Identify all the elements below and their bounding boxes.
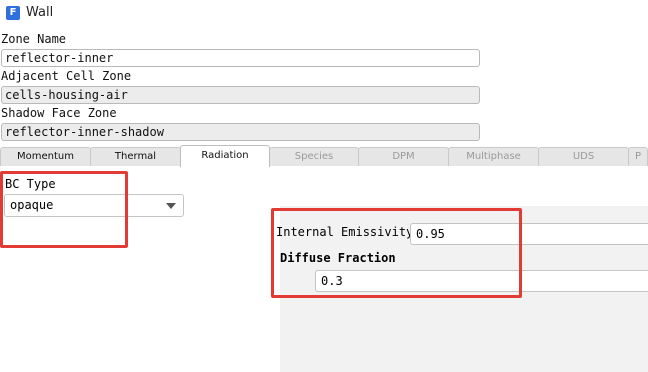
tab-bar: Momentum Thermal Radiation Species DPM M… <box>0 145 648 167</box>
tab-radiation[interactable]: Radiation <box>180 145 270 167</box>
tab-species[interactable]: Species <box>269 147 359 166</box>
fluent-app-icon: F <box>6 6 20 20</box>
tab-potential[interactable]: P <box>628 147 648 166</box>
tab-uds[interactable]: UDS <box>538 147 629 166</box>
radiation-tab-panel: BC Type opaque Internal Emissivity 0.95 … <box>0 166 648 372</box>
shadow-face-zone-field: reflector-inner-shadow <box>1 123 480 141</box>
internal-emissivity-label: Internal Emissivity <box>276 225 414 239</box>
adjacent-cell-zone-label: Adjacent Cell Zone <box>1 69 132 83</box>
chevron-down-icon <box>166 203 176 209</box>
window-title: Wall <box>26 5 54 20</box>
diffuse-fraction-input[interactable]: 0.3 <box>315 270 648 292</box>
adjacent-cell-zone-field: cells-housing-air <box>1 86 480 104</box>
internal-emissivity-input[interactable]: 0.95 <box>410 223 648 245</box>
shadow-face-zone-label: Shadow Face Zone <box>1 106 117 120</box>
wall-dialog: F Wall Zone Name reflector-inner Adjacen… <box>0 0 648 372</box>
tab-thermal[interactable]: Thermal <box>90 147 181 166</box>
tab-momentum[interactable]: Momentum <box>0 147 91 166</box>
zone-name-label: Zone Name <box>1 32 67 46</box>
bc-type-label: BC Type <box>5 177 56 191</box>
tab-dpm[interactable]: DPM <box>358 147 449 166</box>
zone-name-input[interactable]: reflector-inner <box>1 49 480 67</box>
title-bar: F Wall <box>0 0 648 28</box>
tab-multiphase[interactable]: Multiphase <box>448 147 539 166</box>
bc-type-dropdown[interactable]: opaque <box>4 194 184 217</box>
bc-type-selected-value: opaque <box>10 198 54 212</box>
diffuse-fraction-label: Diffuse Fraction <box>280 251 396 265</box>
